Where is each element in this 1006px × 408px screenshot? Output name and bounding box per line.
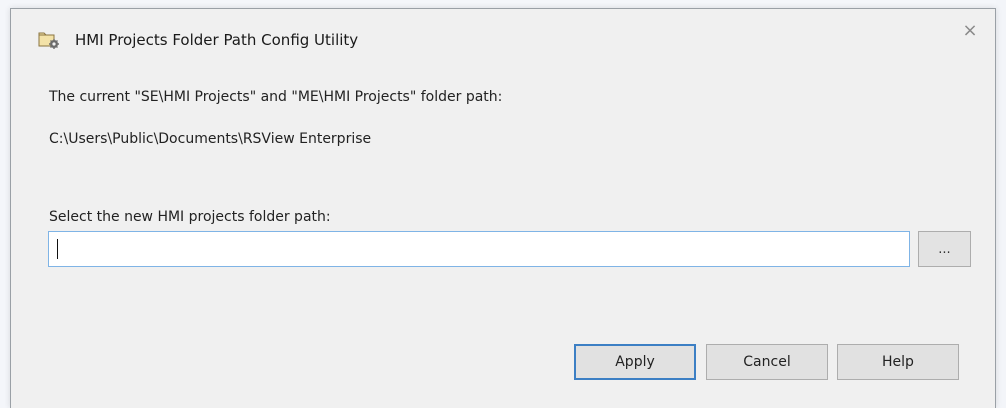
cancel-button[interactable]: Cancel [706, 344, 828, 380]
new-path-label: Select the new HMI projects folder path: [49, 209, 331, 225]
text-caret [57, 239, 58, 259]
current-path-label: The current "SE\HMI Projects" and "ME\HM… [49, 89, 503, 105]
close-icon: × [962, 20, 978, 41]
folder-path-input[interactable] [48, 231, 910, 267]
window-title: HMI Projects Folder Path Config Utility [75, 31, 359, 49]
background-area [996, 0, 1006, 408]
current-path-value: C:\Users\Public\Documents\RSView Enterpr… [49, 131, 372, 147]
title-bar: HMI Projects Folder Path Config Utility … [11, 9, 995, 63]
apply-button[interactable]: Apply [574, 344, 696, 380]
close-button[interactable]: × [959, 20, 981, 42]
browse-button[interactable]: ... [918, 231, 971, 267]
help-button[interactable]: Help [837, 344, 959, 380]
folder-gear-icon [38, 29, 60, 49]
config-dialog: HMI Projects Folder Path Config Utility … [10, 8, 996, 408]
